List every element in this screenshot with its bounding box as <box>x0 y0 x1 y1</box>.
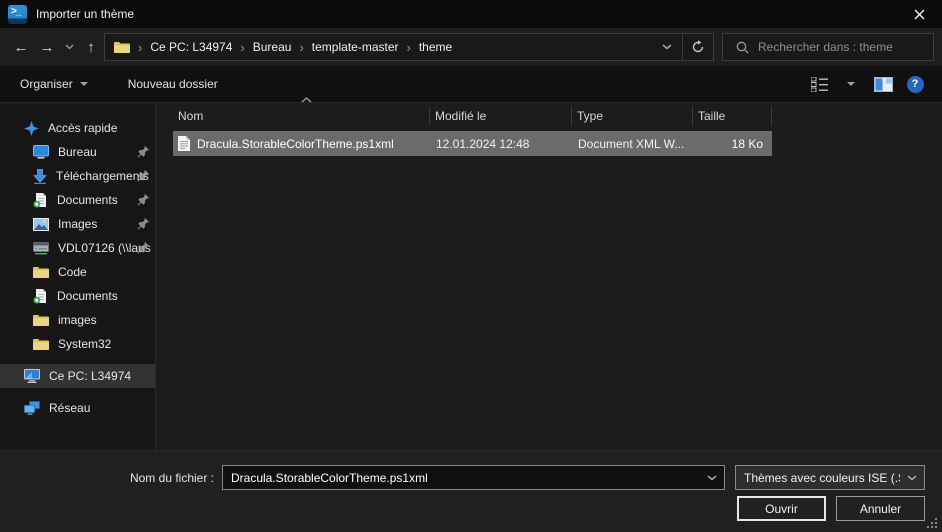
resize-grip[interactable] <box>927 518 938 529</box>
network-drive-icon <box>33 241 49 255</box>
filetype-value: Thèmes avec couleurs ISE (.Stor <box>744 471 920 485</box>
folder-icon <box>114 41 130 54</box>
preview-pane-icon[interactable] <box>870 71 896 97</box>
breadcrumb-chevron-icon[interactable]: › <box>291 40 311 55</box>
import-theme-dialog: { "window": { "title": "Importer un thèm… <box>0 0 942 532</box>
pin-icon <box>137 217 150 230</box>
downloads-icon <box>33 169 47 184</box>
column-header-size[interactable]: Taille <box>693 106 772 126</box>
breadcrumb-chevron-icon[interactable]: › <box>232 40 252 55</box>
file-size-cell: 18 Ko <box>693 137 772 151</box>
forward-icon[interactable]: → <box>34 34 60 60</box>
file-type-cell: Document XML W... <box>572 137 693 151</box>
nav-buttons: ← → ↑ <box>8 28 104 66</box>
address-dropdown-chevron-icon[interactable] <box>652 34 682 60</box>
sidebar-item-documents[interactable]: Documents <box>0 188 155 212</box>
file-modified-cell: 12.01.2024 12:48 <box>430 137 572 151</box>
search-input[interactable] <box>758 40 927 54</box>
up-icon[interactable]: ↑ <box>78 34 104 60</box>
sidebar-item-images[interactable]: Images <box>0 212 155 236</box>
pin-icon <box>137 241 150 254</box>
sidebar-gap <box>0 356 155 364</box>
chevron-down-icon <box>847 82 855 86</box>
file-name-cell: Dracula.StorableColorTheme.ps1xml <box>173 136 430 151</box>
breadcrumb-item-bureau[interactable]: Bureau <box>253 40 292 54</box>
pin-icon <box>137 145 150 158</box>
sidebar-item-telechargements[interactable]: Téléchargements <box>0 164 155 188</box>
folder-icon <box>33 314 49 327</box>
breadcrumb-item-theme[interactable]: theme <box>419 40 452 54</box>
sidebar-item-code[interactable]: Code <box>0 260 155 284</box>
navigation-bar: ← → ↑ › Ce PC: L34974 › Bureau › templat… <box>0 28 942 66</box>
back-icon[interactable]: ← <box>8 34 34 60</box>
file-row-selected[interactable]: Dracula.StorableColorTheme.ps1xml 12.01.… <box>173 131 772 156</box>
filename-combo <box>222 465 725 490</box>
filename-label: Nom du fichier : <box>0 471 214 485</box>
chevron-down-icon <box>80 82 88 86</box>
filetype-select[interactable]: Thèmes avec couleurs ISE (.Stor <box>735 465 925 490</box>
organize-label: Organiser <box>20 77 73 91</box>
breadcrumb-chevron-icon[interactable]: › <box>130 40 150 55</box>
content-area: Accès rapide Bureau Téléchargements <box>0 104 942 450</box>
pictures-icon <box>33 218 49 231</box>
refresh-icon[interactable] <box>683 34 713 60</box>
folder-icon <box>33 338 49 351</box>
toolbar-right-group: ? <box>806 71 928 97</box>
sort-ascending-icon <box>301 97 312 103</box>
filetype-dropdown-chevron-icon[interactable] <box>900 466 924 489</box>
new-folder-button[interactable]: Nouveau dossier <box>128 77 218 91</box>
title-bar: >_ Importer un thème <box>0 0 942 28</box>
column-header-row: Nom Modifié le Type Taille <box>173 104 942 127</box>
pin-icon <box>137 193 150 206</box>
column-header-name[interactable]: Nom <box>173 106 430 126</box>
new-folder-label: Nouveau dossier <box>128 77 218 91</box>
change-view-icon[interactable] <box>806 71 832 97</box>
address-bar[interactable]: › Ce PC: L34974 › Bureau › template-mast… <box>104 33 714 61</box>
filename-dropdown-chevron-icon[interactable] <box>700 466 724 489</box>
pin-icon <box>137 169 150 182</box>
sidebar-item-images-folder[interactable]: images <box>0 308 155 332</box>
sidebar-item-documents-2[interactable]: Documents <box>0 284 155 308</box>
filename-input[interactable] <box>223 471 700 485</box>
search-icon <box>736 41 749 54</box>
search-box <box>722 33 934 61</box>
column-header-modified[interactable]: Modifié le <box>430 106 572 126</box>
column-header-type[interactable]: Type <box>572 106 693 126</box>
sidebar-item-quick-access[interactable]: Accès rapide <box>0 116 155 140</box>
view-options-chevron-icon[interactable] <box>838 71 864 97</box>
dialog-footer: Nom du fichier : Thèmes avec couleurs IS… <box>0 450 942 532</box>
breadcrumb-chevron-icon[interactable]: › <box>399 40 419 55</box>
navigation-pane: Accès rapide Bureau Téléchargements <box>0 104 156 450</box>
xml-document-icon <box>178 136 190 151</box>
file-name-text: Dracula.StorableColorTheme.ps1xml <box>197 137 394 151</box>
window-title: Importer un thème <box>36 7 134 21</box>
quick-access-star-icon <box>24 121 39 136</box>
documents-icon <box>33 289 48 304</box>
computer-icon <box>24 369 40 383</box>
sidebar-item-system32[interactable]: System32 <box>0 332 155 356</box>
open-button[interactable]: Ouvrir <box>737 496 826 521</box>
organize-menu-button[interactable]: Organiser <box>20 77 88 91</box>
sidebar-gap <box>0 388 155 396</box>
command-toolbar: Organiser Nouveau dossier <box>0 66 942 103</box>
documents-icon <box>33 193 48 208</box>
help-icon[interactable]: ? <box>902 71 928 97</box>
sidebar-item-this-pc[interactable]: Ce PC: L34974 <box>0 364 155 388</box>
close-icon[interactable] <box>902 0 936 28</box>
sidebar-item-bureau[interactable]: Bureau <box>0 140 155 164</box>
sidebar-item-network-drive[interactable]: VDL07126 (\\laus <box>0 236 155 260</box>
folder-icon <box>33 266 49 279</box>
desktop-icon <box>33 145 49 159</box>
network-icon <box>24 401 40 415</box>
file-list-area[interactable]: Nom Modifié le Type Taille Dracula.Stora… <box>157 104 942 450</box>
recent-locations-chevron-icon[interactable] <box>60 34 78 60</box>
cancel-button[interactable]: Annuler <box>836 496 925 521</box>
breadcrumb-item-template-master[interactable]: template-master <box>312 40 399 54</box>
breadcrumb-item-pc[interactable]: Ce PC: L34974 <box>150 40 232 54</box>
sidebar-item-reseau[interactable]: Réseau <box>0 396 155 420</box>
powershell-icon: >_ <box>8 5 27 24</box>
